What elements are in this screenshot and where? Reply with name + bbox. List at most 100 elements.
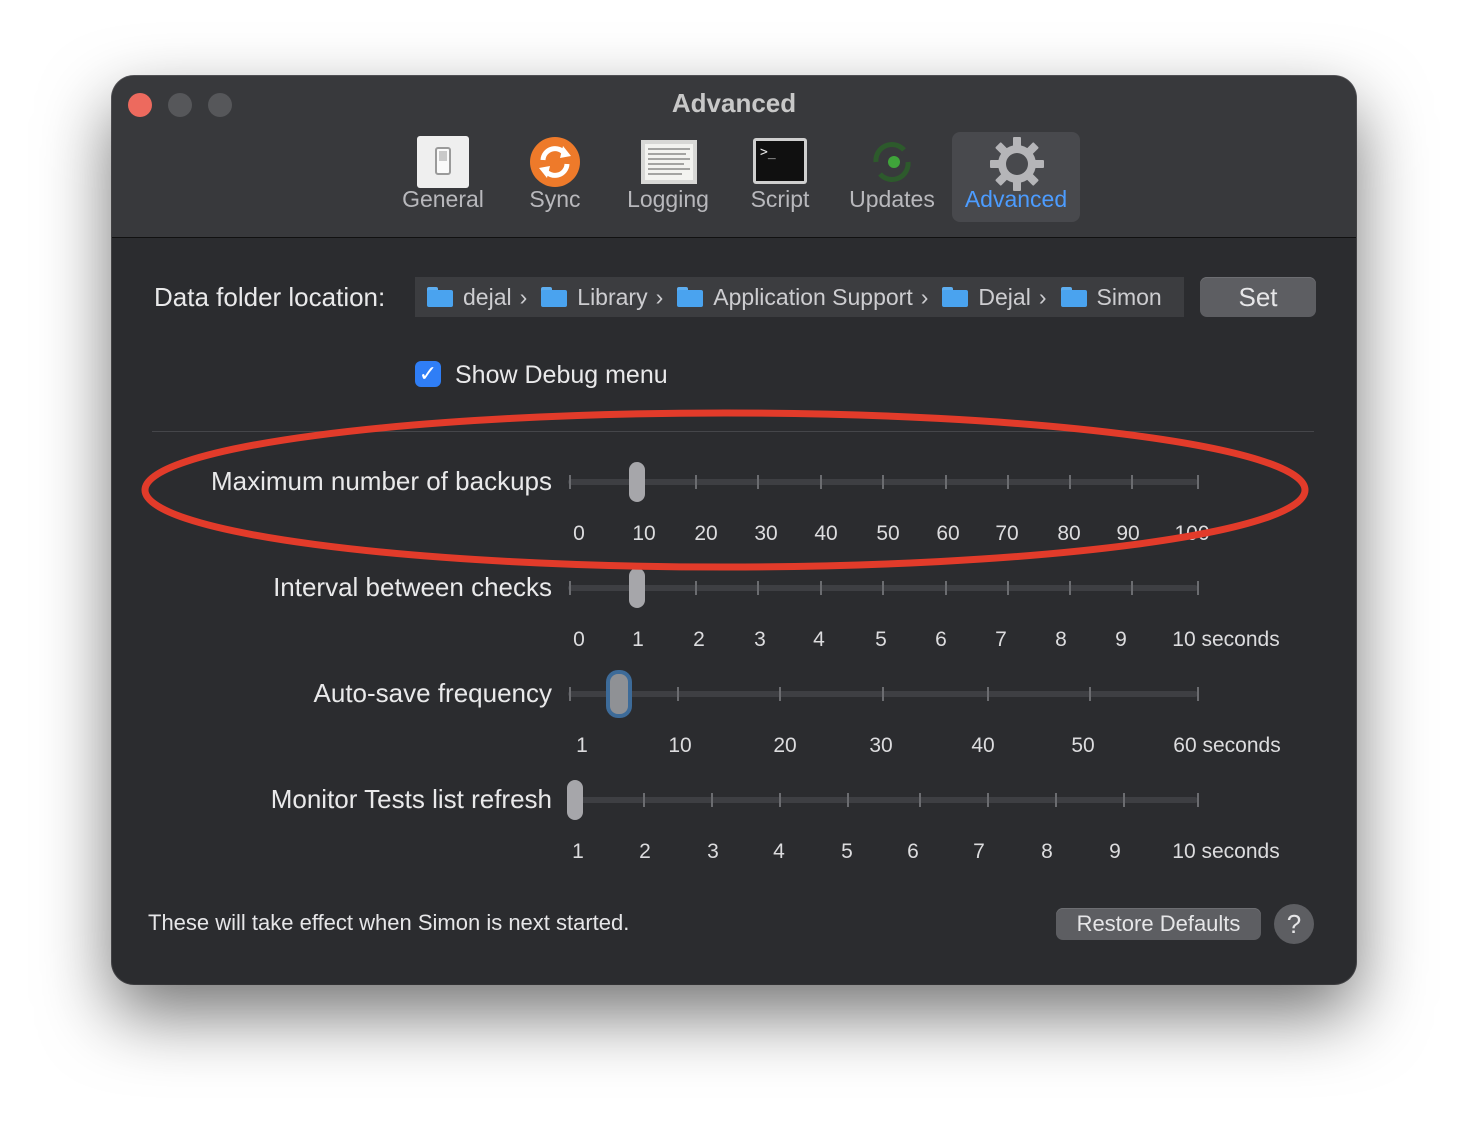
slider-tick: [757, 475, 759, 489]
slider-tick-label: 5: [841, 840, 853, 863]
tab-logging[interactable]: Logging: [612, 132, 724, 222]
slider-tick: [987, 687, 989, 701]
slider-tick-label: 6: [907, 840, 919, 863]
slider-tick-label: 20: [773, 734, 797, 757]
folder-icon: [942, 287, 969, 307]
slider-tick: [1131, 475, 1133, 489]
slider-tick: [1197, 581, 1199, 595]
slider-tick: [569, 581, 571, 595]
slider-tick: [945, 475, 947, 489]
data-folder-path[interactable]: dejal › Library › Application Support › Dej…: [415, 277, 1184, 317]
slider-tick: [987, 793, 989, 807]
tab-sync-label: Sync: [529, 186, 581, 212]
path-crumb-label: Dejal: [978, 283, 1031, 310]
folder-icon: [541, 287, 568, 307]
slider-tick-label: 30: [754, 522, 778, 545]
chevron-right-icon: ›: [1038, 283, 1047, 310]
slider-tick: [569, 687, 571, 701]
set-button[interactable]: Set: [1200, 277, 1316, 317]
tab-sync[interactable]: Sync: [510, 132, 600, 222]
restore-defaults-button[interactable]: Restore Defaults: [1056, 908, 1261, 940]
path-crumb[interactable]: Application Support ›: [677, 284, 942, 311]
tab-general[interactable]: General: [388, 132, 498, 222]
slider-tick-label: 10 seconds: [1172, 628, 1280, 651]
help-button[interactable]: ?: [1274, 904, 1314, 944]
slider-tick: [1197, 687, 1199, 701]
slider-label: Maximum number of backups: [210, 466, 552, 496]
slider-tick: [1131, 581, 1133, 595]
slider-tick-label: 10: [668, 734, 692, 757]
divider: [152, 431, 1314, 432]
slider-knob[interactable]: [629, 462, 645, 502]
toolbar: Advanced General Sync Logging >_ Script …: [112, 76, 1356, 238]
path-crumb[interactable]: Library ›: [541, 284, 677, 311]
slider-tick-label: 6: [935, 628, 947, 651]
gear-icon: [988, 136, 1044, 191]
chevron-right-icon: ›: [655, 283, 664, 310]
slider-knob[interactable]: [610, 674, 628, 714]
slider-tick-label: 40: [814, 522, 838, 545]
debug-checkbox[interactable]: ✓: [415, 361, 441, 387]
slider-tick-label: 20: [694, 522, 718, 545]
slider-tick: [779, 687, 781, 701]
slider-tick: [779, 793, 781, 807]
slider-tick: [757, 581, 759, 595]
path-crumb[interactable]: Dejal ›: [942, 284, 1060, 311]
restart-note: These will take effect when Simon is nex…: [148, 910, 630, 935]
debug-checkbox-label: Show Debug menu: [455, 361, 668, 389]
slider-tick-label: 0: [573, 522, 585, 545]
slider-tick: [1055, 793, 1057, 807]
slider-tick-label: 5: [875, 628, 887, 651]
slider-tick: [1069, 581, 1071, 595]
slider-tick: [643, 793, 645, 807]
slider-tick: [882, 581, 884, 595]
slider-tick-label: 90: [1116, 522, 1140, 545]
sync-icon: [527, 136, 583, 188]
path-crumb-label: Simon: [1096, 283, 1162, 310]
slider-knob[interactable]: [629, 568, 645, 608]
slider-tick: [1089, 687, 1091, 701]
slider-tick: [820, 581, 822, 595]
tab-script-label: Script: [750, 186, 810, 212]
slider-track[interactable]: [568, 797, 1198, 803]
tab-updates[interactable]: Updates: [834, 132, 950, 222]
slider-tick-label: 7: [973, 840, 985, 863]
slider-tick: [1197, 793, 1199, 807]
updates-icon: [864, 136, 920, 188]
slider-tick: [1197, 475, 1199, 489]
slider-label: Auto-save frequency: [313, 678, 552, 708]
path-crumb[interactable]: dejal ›: [427, 284, 541, 311]
tab-general-label: General: [402, 186, 484, 212]
slider-tick: [1069, 475, 1071, 489]
slider-tick-label: 80: [1057, 522, 1081, 545]
slider-label: Interval between checks: [273, 572, 552, 602]
home-folder-icon: [427, 287, 453, 307]
slider-tick-label: 3: [707, 840, 719, 863]
slider-tick-label: 70: [995, 522, 1019, 545]
slider-tick: [711, 793, 713, 807]
tab-script[interactable]: >_ Script: [736, 132, 824, 222]
slider-tick: [945, 581, 947, 595]
slider-tick-label: 100: [1174, 522, 1210, 545]
slider-tick: [1007, 475, 1009, 489]
slider-tick-label: 0: [573, 628, 585, 651]
slider-tick-label: 50: [1071, 734, 1095, 757]
slider-tick-label: 8: [1055, 628, 1067, 651]
slider-tick-label: 9: [1115, 628, 1127, 651]
chevron-right-icon: ›: [920, 283, 929, 310]
slider-label: Monitor Tests list refresh: [270, 784, 552, 814]
slider-tick-label: 9: [1109, 840, 1121, 863]
preferences-window: Advanced General Sync Logging >_ Script …: [112, 76, 1356, 984]
path-crumb-label: Application Support: [713, 283, 913, 310]
slider-tick: [847, 793, 849, 807]
slider-tick-label: 4: [773, 840, 785, 863]
slider-tick: [882, 687, 884, 701]
slider-tick-label: 40: [971, 734, 995, 757]
path-crumb[interactable]: Simon: [1060, 283, 1162, 311]
tab-logging-label: Logging: [627, 186, 709, 212]
slider-tick-label: 30: [869, 734, 893, 757]
slider-tick: [695, 581, 697, 595]
slider-tick-label: 1: [632, 628, 644, 651]
slider-knob[interactable]: [567, 780, 583, 820]
tab-advanced[interactable]: Advanced: [952, 132, 1080, 222]
